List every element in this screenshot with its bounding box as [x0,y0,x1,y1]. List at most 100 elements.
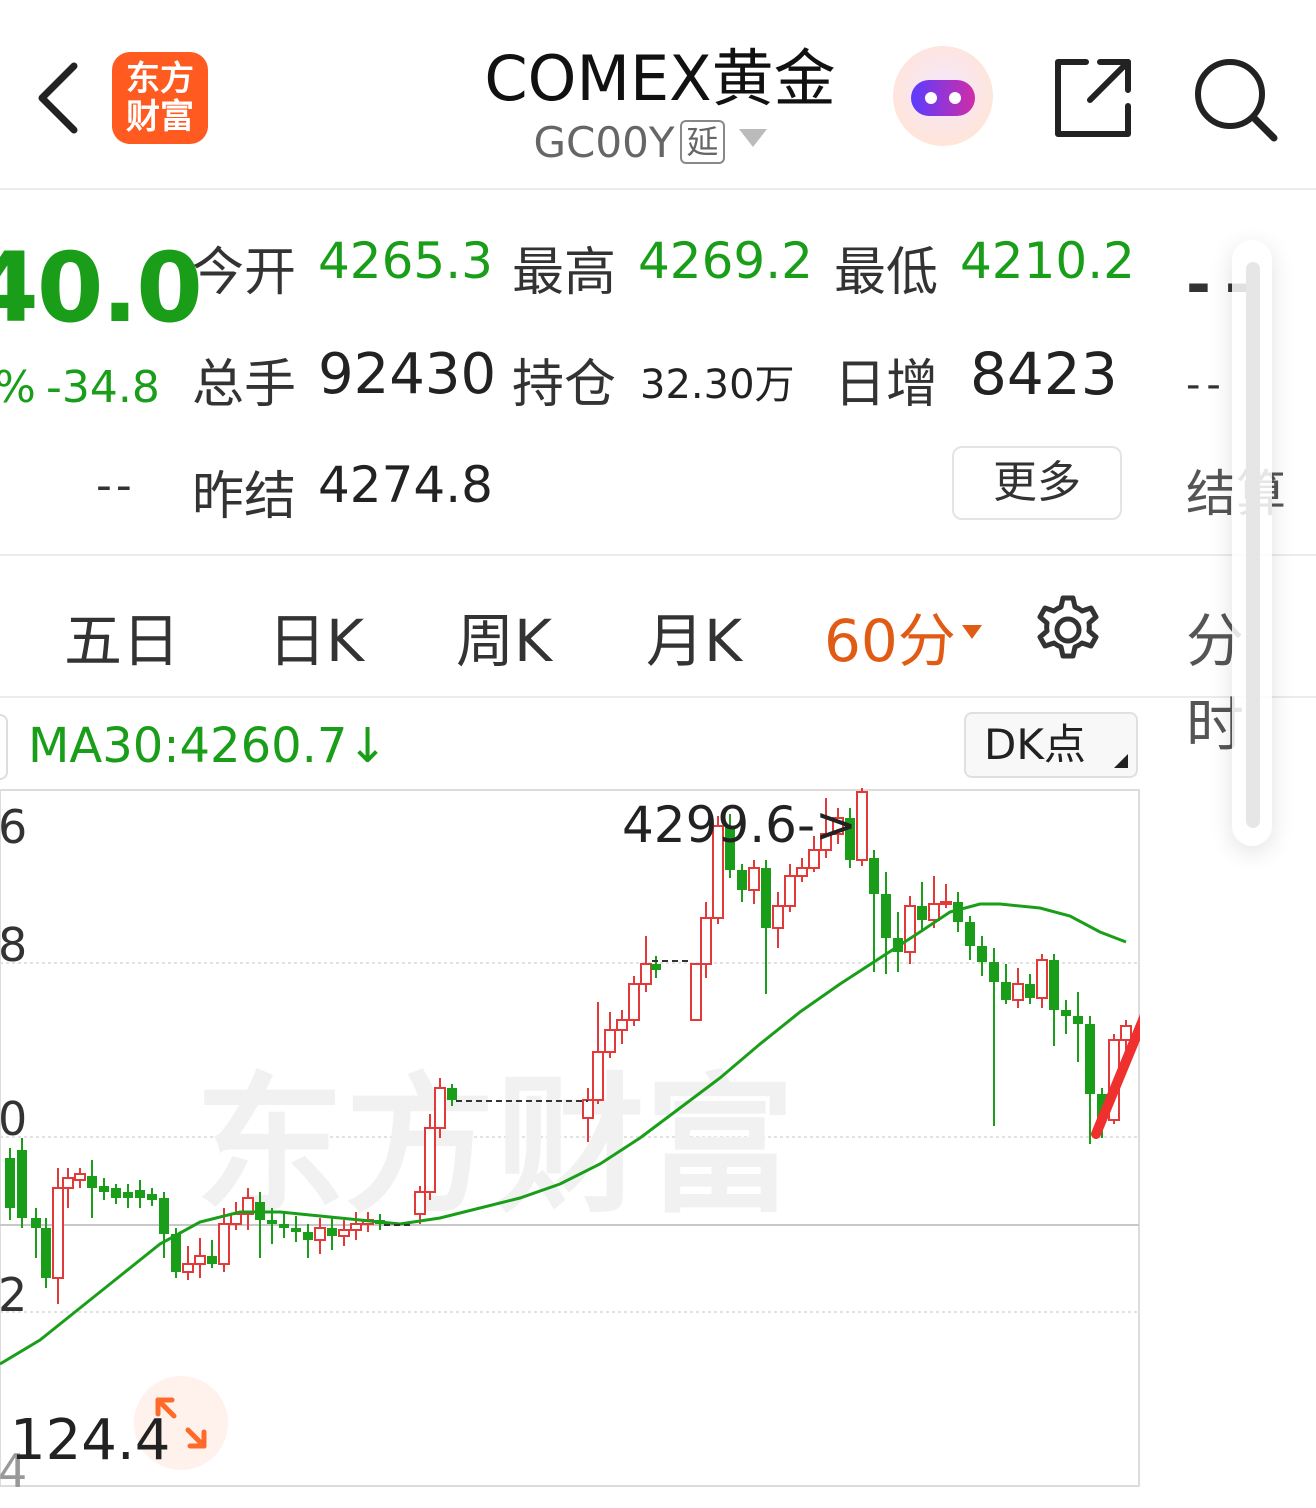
candle-body [62,1177,74,1189]
candle-body [582,1099,594,1119]
candle-body [194,1255,206,1265]
candle-body [267,1220,277,1224]
y-tick-label: 6 [0,800,28,854]
change-percent: % [0,362,36,413]
candle-body [87,1176,97,1188]
candle-body [1120,1025,1132,1041]
candle-body [218,1223,230,1265]
candle-body [1012,983,1024,1001]
candle-body [447,1088,457,1100]
volume-label: 总手 [192,355,297,415]
high-annotation: 4299.6-> [622,796,857,854]
placeholder-value: -- [96,460,136,511]
candle-body [690,963,702,1021]
candle-body [5,1158,15,1208]
candle-body [159,1198,169,1234]
dk-point-label: DK点 [984,720,1086,769]
candle-body [640,963,652,985]
robot-face [911,80,975,116]
candle-body [796,867,808,877]
logo-text-2: 财富 [126,97,194,137]
page-title: COMEX黄金 [484,42,836,115]
candle-body [748,867,760,891]
search-icon[interactable] [1192,56,1278,142]
gear-icon[interactable] [1032,594,1104,666]
tab-weekly-k[interactable]: 周K [456,594,552,678]
tab-five-day[interactable]: 五日 [64,594,180,678]
corner-triangle-icon [1114,754,1128,768]
logo-text-1: 东方 [126,59,194,99]
candle-body [651,964,661,970]
candle-body [147,1194,157,1200]
scrollbar-thumb[interactable] [1246,262,1260,828]
candle-body [350,1223,362,1231]
candle-body [338,1229,350,1237]
instrument-code: GC00Y [533,118,675,167]
open-value: 4265.3 [318,232,493,290]
candle-body [1073,1016,1083,1024]
candle-body [207,1256,217,1264]
more-button[interactable]: 更多 [952,446,1122,520]
candle-body [31,1218,41,1228]
prev-settle-value: 4274.8 [318,456,493,514]
tab-monthly-k[interactable]: 月K [646,594,742,678]
candle-body [592,1051,604,1101]
share-icon[interactable] [1050,56,1134,140]
low-value: 4210.2 [960,232,1135,290]
candle-body [41,1228,51,1278]
panel-edge [0,714,8,780]
dk-point-button[interactable]: DK点 [964,712,1138,778]
candle-body [314,1227,326,1241]
candle-body [784,875,796,907]
y-tick-label: 2 [0,1268,28,1322]
candle-body [135,1190,145,1198]
candle-body [1001,982,1011,1000]
candle-body [74,1173,86,1181]
candle-body [1085,1024,1095,1094]
change-value: -34.8 [46,362,160,413]
candle-body [904,905,916,953]
y-tick-label: 0 [0,1092,28,1146]
open-label: 今开 [192,243,297,303]
daily-increase-label: 日增 [834,355,939,415]
candle-body [424,1127,436,1193]
prev-settle-label: 昨结 [192,467,297,527]
candle-body [604,1029,616,1053]
candle-body [1049,960,1059,1010]
candle-body [17,1150,27,1218]
candle-body [111,1188,121,1198]
top-bar: 东方 财富 COMEX黄金 GC00Y 延 [0,0,1316,190]
tab-60min[interactable]: 60分 [824,594,982,678]
quote-panel: 40.0 % -34.8 -- 今开 4265.3 最高 4269.2 最低 4… [0,190,1316,556]
open-interest-label: 持仓 [512,355,617,415]
candle-body [52,1187,64,1279]
candle-body [182,1263,194,1273]
watermark-text: 东方财富 [195,1060,795,1234]
back-icon[interactable] [30,58,90,138]
candle-body [737,870,747,890]
candle-body [279,1224,289,1228]
candle-body [171,1234,181,1272]
right-cut-value-2: -- [1186,362,1227,408]
candle-body [965,922,975,946]
tab-60min-label: 60分 [824,607,956,675]
robot-eye [925,92,937,104]
caret-down-icon [961,625,982,639]
candle-body [881,894,891,938]
candle-body [230,1213,242,1225]
candle-body [628,983,640,1021]
delay-badge: 延 [680,120,725,164]
candle-body [1061,1010,1071,1016]
candle-body [977,946,987,962]
ai-assistant-icon[interactable] [893,46,993,146]
candle-body [434,1087,446,1129]
last-price: 40.0 [0,232,203,344]
tab-daily-k[interactable]: 日K [268,594,364,678]
high-value: 4269.2 [638,232,813,290]
instrument-selector[interactable]: GC00Y 延 [500,118,800,167]
candle-body [291,1228,301,1232]
candle-body [989,962,999,982]
chevron-down-icon [738,129,767,147]
low-annotation: 124.4 [10,1408,171,1473]
candle-body [327,1228,337,1236]
